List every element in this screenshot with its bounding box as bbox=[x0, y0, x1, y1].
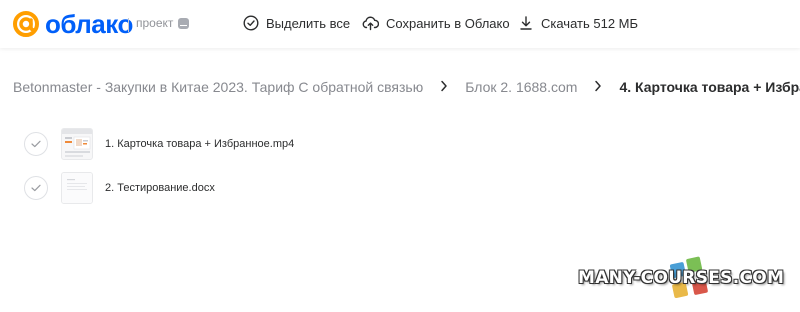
save-to-cloud-label: Сохранить в Облако bbox=[386, 15, 510, 31]
file-name[interactable]: 2. Тестирование.docx bbox=[105, 182, 215, 194]
cloud-upload-icon bbox=[362, 16, 379, 31]
watermark-text: MANY-COURSES.COM bbox=[578, 268, 785, 288]
breadcrumb-item-block[interactable]: Блок 2. 1688.com bbox=[465, 79, 577, 95]
file-row[interactable]: 2. Тестирование.docx bbox=[24, 172, 215, 204]
select-all-label: Выделить все bbox=[266, 15, 351, 31]
chevron-right-icon bbox=[587, 79, 609, 95]
select-checkbox[interactable] bbox=[24, 132, 48, 156]
download-label: Скачать 512 МБ bbox=[541, 15, 639, 31]
check-icon bbox=[31, 184, 41, 192]
video-thumbnail bbox=[61, 128, 93, 160]
oblako-logo[interactable]: облако bbox=[12, 9, 133, 39]
file-row[interactable]: 1. Карточка товара + Избранное.mp4 bbox=[24, 128, 294, 160]
breadcrumb: Betonmaster - Закупки в Китае 2023. Тари… bbox=[13, 79, 800, 95]
at-sign-logo-icon bbox=[12, 10, 40, 38]
download-icon bbox=[520, 16, 532, 30]
header-divider bbox=[128, 18, 129, 32]
top-header: облако проект Выделить все Сохранить в О… bbox=[0, 0, 800, 48]
select-all-button[interactable]: Выделить все bbox=[243, 15, 350, 31]
download-button[interactable]: Скачать 512 МБ bbox=[518, 15, 638, 31]
select-checkbox[interactable] bbox=[24, 176, 48, 200]
check-circle-icon bbox=[243, 15, 259, 31]
project-text: проект bbox=[136, 16, 174, 30]
chevron-right-icon bbox=[433, 79, 455, 95]
vk-icon bbox=[178, 17, 190, 29]
breadcrumb-item-course[interactable]: Betonmaster - Закупки в Китае 2023. Тари… bbox=[13, 79, 423, 95]
logo-text: облако bbox=[45, 9, 133, 39]
project-label: проект bbox=[136, 16, 190, 30]
save-to-cloud-button[interactable]: Сохранить в Облако bbox=[362, 15, 510, 31]
file-name[interactable]: 1. Карточка товара + Избранное.mp4 bbox=[105, 138, 294, 150]
document-thumbnail bbox=[61, 172, 93, 204]
breadcrumb-item-current: 4. Карточка товара + Избранное bbox=[619, 79, 800, 95]
check-icon bbox=[31, 140, 41, 148]
